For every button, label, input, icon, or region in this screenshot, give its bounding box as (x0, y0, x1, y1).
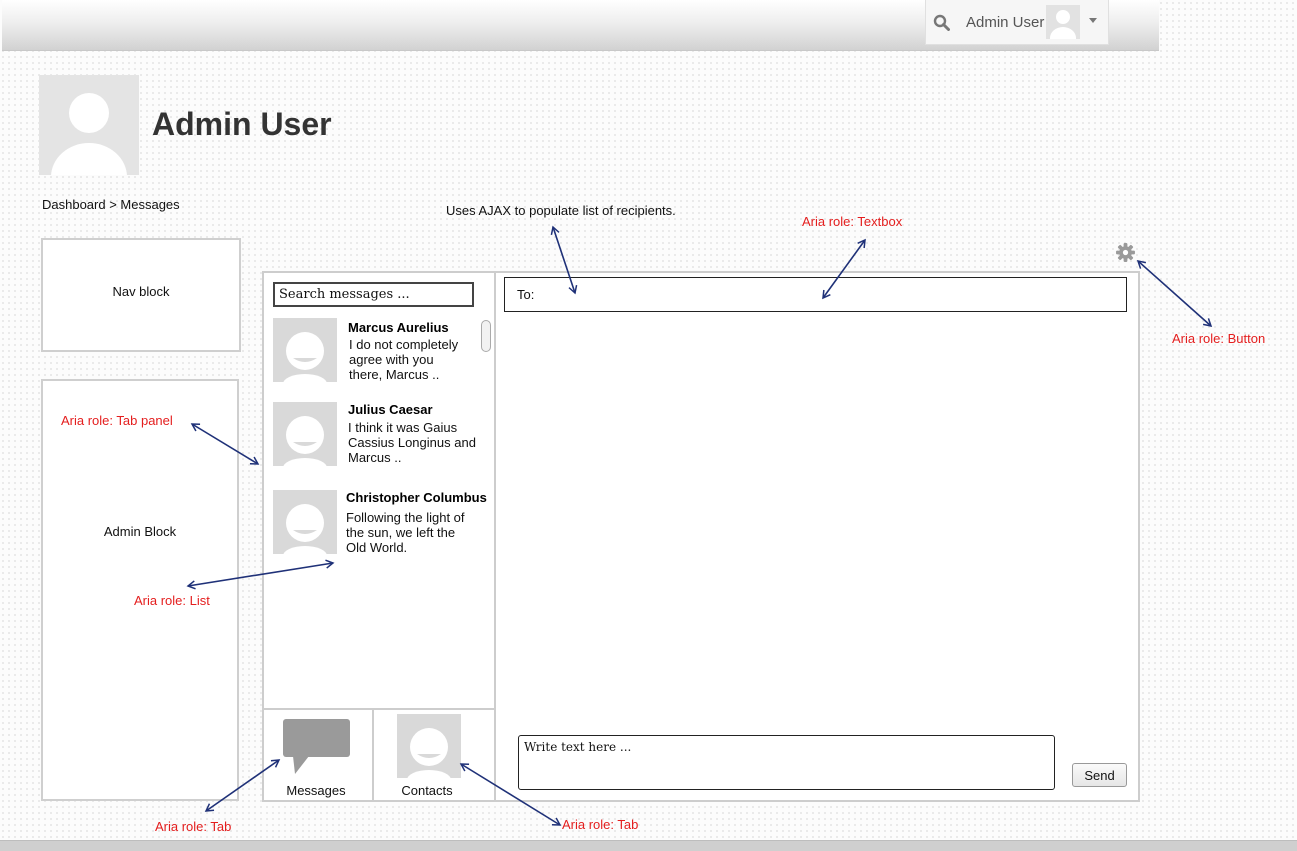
send-button[interactable]: Send (1072, 763, 1127, 787)
tab-messages[interactable]: Messages (264, 710, 372, 800)
aria-tabpanel-note: Aria role: Tab panel (61, 413, 173, 428)
nav-block-label: Nav block (112, 284, 170, 299)
tab-contacts-label[interactable]: Contacts (374, 783, 480, 798)
message-sender[interactable]: Marcus Aurelius (348, 320, 449, 335)
nav-block: Nav block (41, 238, 241, 352)
message-sender[interactable]: Christopher Columbus (346, 490, 487, 505)
tab-contacts[interactable]: Contacts (374, 710, 494, 800)
message-preview: Old World. (346, 540, 408, 555)
page-title: Admin User (152, 106, 332, 142)
message-preview: Following the light of (346, 510, 465, 525)
message-preview: Cassius Longinus and (348, 435, 476, 450)
aria-button-note: Aria role: Button (1172, 331, 1266, 346)
admin-block: Admin Block (41, 379, 239, 801)
chevron-down-icon[interactable] (1089, 18, 1097, 23)
bottom-bar (0, 840, 1297, 851)
avatar[interactable] (1046, 5, 1080, 39)
contact-avatar[interactable] (273, 318, 337, 382)
aria-list-note: Aria role: List (134, 593, 210, 608)
message-preview: there, Marcus .. (349, 367, 440, 382)
search-icon[interactable] (933, 14, 950, 31)
message-preview: agree with you (349, 352, 434, 367)
message-textarea[interactable] (518, 735, 1055, 790)
arrow-button (1136, 259, 1213, 328)
gear-icon[interactable] (1115, 242, 1136, 263)
contact-avatar[interactable] (273, 490, 337, 554)
admin-block-label: Admin Block (103, 524, 177, 539)
message-preview: Marcus .. (348, 450, 402, 465)
speech-bubble-icon (283, 719, 350, 774)
contact-avatar[interactable] (273, 402, 337, 466)
tab-messages-label[interactable]: Messages (264, 783, 368, 798)
profile-avatar (39, 75, 139, 175)
recipient-field[interactable] (504, 277, 1127, 312)
contacts-icon (397, 714, 461, 778)
aria-tab-note: Aria role: Tab (155, 819, 232, 834)
aria-tab-note: Aria role: Tab (562, 817, 639, 832)
breadcrumb[interactable]: Dashboard > Messages (42, 197, 180, 212)
ajax-note: Uses AJAX to populate list of recipients… (446, 203, 676, 218)
search-input[interactable] (273, 282, 474, 307)
aria-textbox-note: Aria role: Textbox (802, 214, 903, 229)
user-name[interactable]: Admin User (966, 14, 1044, 31)
message-preview: I think it was Gaius (348, 420, 458, 435)
list-scrollbar[interactable] (481, 320, 491, 352)
message-sender[interactable]: Julius Caesar (348, 402, 433, 417)
user-menu[interactable]: Admin User (925, 0, 1109, 45)
message-preview: the sun, we left the (346, 525, 456, 540)
message-preview: I do not completely (349, 337, 459, 352)
to-label: To: (517, 287, 535, 302)
